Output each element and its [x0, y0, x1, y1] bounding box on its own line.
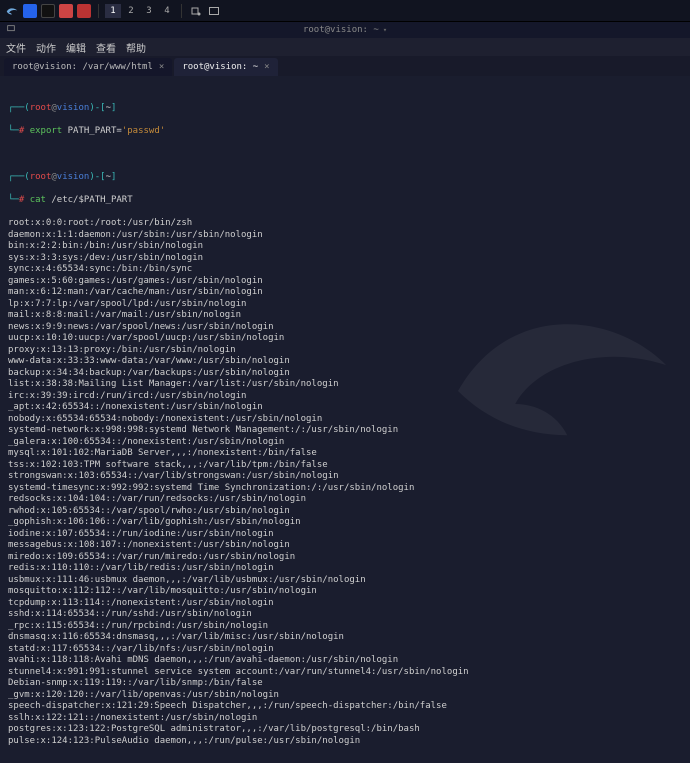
menu-view[interactable]: 查看 — [96, 40, 116, 55]
passwd-output: root:x:0:0:root:/root:/usr/bin/zsh daemo… — [8, 218, 682, 747]
tab-var-www-html[interactable]: root@vision: /var/www/html × — [4, 58, 172, 76]
workspace-4[interactable]: 4 — [159, 4, 175, 18]
window-titlebar: root@vision: ~ ▾ — [0, 22, 690, 38]
close-icon[interactable]: × — [159, 62, 164, 72]
window-menu-icon[interactable] — [6, 24, 16, 37]
workspace-1[interactable]: 1 — [105, 4, 121, 18]
editor-icon[interactable] — [58, 3, 74, 19]
workspace-2[interactable]: 2 — [123, 4, 139, 18]
window-title: root@vision: ~ — [303, 25, 379, 35]
tab-bar: root@vision: /var/www/html × root@vision… — [0, 56, 690, 76]
dropdown-icon[interactable]: ▾ — [383, 26, 387, 34]
record-icon[interactable] — [188, 3, 204, 19]
tab-label: root@vision: ~ — [182, 62, 258, 72]
separator — [181, 4, 182, 18]
separator — [98, 4, 99, 18]
menu-file[interactable]: 文件 — [6, 40, 26, 55]
menu-help[interactable]: 帮助 — [126, 40, 146, 55]
menubar: 文件 动作 编辑 查看 帮助 — [0, 38, 690, 56]
menu-action[interactable]: 动作 — [36, 40, 56, 55]
close-icon[interactable]: × — [264, 62, 269, 72]
screenshot-icon[interactable] — [206, 3, 222, 19]
app-icon[interactable] — [76, 3, 92, 19]
workspace-3[interactable]: 3 — [141, 4, 157, 18]
terminal-output[interactable]: ┌──(root@vision)-[~] └─# export PATH_PAR… — [0, 76, 690, 763]
terminal-icon[interactable] — [40, 3, 56, 19]
menu-edit[interactable]: 编辑 — [66, 40, 86, 55]
tab-home[interactable]: root@vision: ~ × — [174, 58, 277, 76]
tab-label: root@vision: /var/www/html — [12, 62, 153, 72]
taskbar: 1 2 3 4 — [0, 0, 690, 22]
folder-icon[interactable] — [22, 3, 38, 19]
kali-logo-icon[interactable] — [4, 3, 20, 19]
